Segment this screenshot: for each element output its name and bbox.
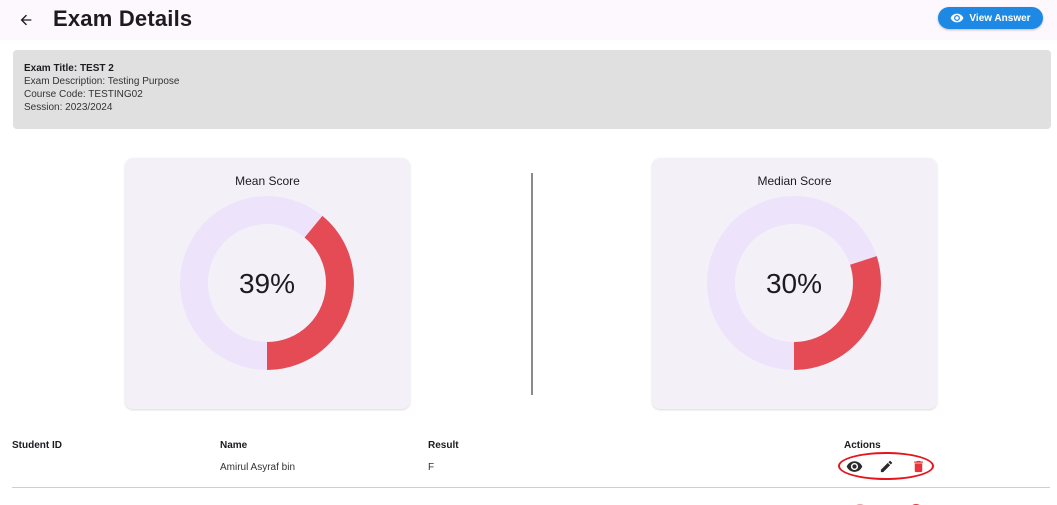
median-score-donut: 30% bbox=[707, 196, 881, 370]
trash-icon bbox=[913, 460, 923, 472]
column-header-name[interactable]: Name bbox=[220, 440, 247, 451]
view-answer-button[interactable]: View Answer bbox=[938, 7, 1043, 29]
median-score-card: Median Score 30% bbox=[652, 158, 937, 409]
median-score-label: Median Score bbox=[757, 174, 832, 188]
mean-score-label: Mean Score bbox=[235, 174, 300, 188]
exam-title: Exam Title: TEST 2 bbox=[24, 63, 114, 74]
mean-score-value: 39% bbox=[239, 268, 295, 299]
view-row-button[interactable] bbox=[844, 457, 864, 475]
median-score-value: 30% bbox=[766, 268, 822, 299]
pencil-icon bbox=[880, 460, 892, 472]
delete-row-button[interactable] bbox=[908, 457, 928, 475]
exam-description: Exam Description: Testing Purpose bbox=[24, 76, 180, 87]
edit-row-button[interactable] bbox=[876, 457, 896, 475]
exam-info-card: Exam Title: TEST 2 Exam Description: Tes… bbox=[13, 50, 1051, 129]
column-header-result[interactable]: Result bbox=[428, 440, 459, 451]
page-title: Exam Details bbox=[53, 6, 193, 31]
mean-score-card: Mean Score 39% bbox=[125, 158, 410, 409]
row-actions bbox=[844, 457, 928, 475]
view-answer-label: View Answer bbox=[969, 12, 1031, 24]
column-header-actions: Actions bbox=[844, 440, 881, 451]
column-header-student-id[interactable]: Student ID bbox=[12, 440, 62, 451]
row-result: F bbox=[428, 462, 435, 473]
next-row-actions-peek bbox=[851, 497, 941, 505]
back-button[interactable] bbox=[12, 6, 40, 34]
session: Session: 2023/2024 bbox=[24, 102, 113, 113]
app-bar: Exam Details View Answer bbox=[0, 0, 1057, 40]
eye-icon bbox=[951, 13, 964, 23]
course-code: Course Code: TESTING02 bbox=[24, 89, 143, 100]
arrow-left-icon bbox=[20, 14, 32, 26]
vertical-divider bbox=[531, 173, 533, 395]
eye-icon bbox=[846, 460, 862, 472]
mean-score-donut: 39% bbox=[180, 196, 354, 370]
row-name: Amirul Asyraf bin bbox=[220, 462, 296, 473]
row-divider bbox=[12, 487, 1050, 488]
